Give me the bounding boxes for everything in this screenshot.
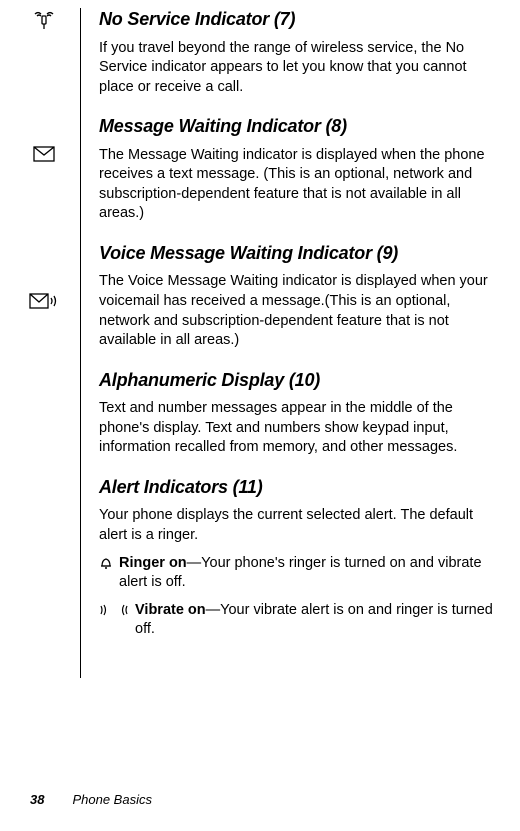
two-column-layout: No Service Indicator (7) If you travel b… <box>20 8 500 678</box>
chapter-title: Phone Basics <box>72 792 152 807</box>
heading-voice-message-waiting: Voice Message Waiting Indicator (9) <box>99 242 500 265</box>
heading-message-waiting: Message Waiting Indicator (8) <box>99 115 500 138</box>
heading-alert-indicators: Alert Indicators (11) <box>99 476 500 499</box>
body-no-service: If you travel beyond the range of wirele… <box>99 39 500 98</box>
voice-message-waiting-icon <box>20 293 68 309</box>
message-waiting-icon <box>20 146 68 162</box>
section-no-service: No Service Indicator (7) If you travel b… <box>99 8 500 97</box>
heading-alphanumeric: Alphanumeric Display (10) <box>99 369 500 392</box>
vibrate-on-label: Vibrate on <box>135 602 206 618</box>
body-alert-indicators: Your phone displays the current selected… <box>99 506 500 545</box>
icon-column <box>20 8 80 678</box>
alert-ringer-on: Ringer on—Your phone's ringer is turned … <box>99 554 500 593</box>
ringer-on-label: Ringer on <box>119 555 187 571</box>
alert-vibrate-on: Vibrate on—Your vibrate alert is on and … <box>99 601 500 640</box>
page-number: 38 <box>30 792 44 807</box>
heading-no-service: No Service Indicator (7) <box>99 8 500 31</box>
body-message-waiting: The Message Waiting indicator is display… <box>99 146 500 224</box>
section-alphanumeric: Alphanumeric Display (10) Text and numbe… <box>99 369 500 458</box>
alert-vibrate-text: Vibrate on—Your vibrate alert is on and … <box>135 601 500 640</box>
text-column: No Service Indicator (7) If you travel b… <box>80 8 500 678</box>
section-voice-message-waiting: Voice Message Waiting Indicator (9) The … <box>99 242 500 351</box>
body-alphanumeric: Text and number messages appear in the m… <box>99 399 500 458</box>
bell-icon <box>99 556 113 577</box>
section-message-waiting: Message Waiting Indicator (8) The Messag… <box>99 115 500 224</box>
vibrate-icon <box>99 603 129 624</box>
no-service-icon <box>20 10 68 32</box>
body-voice-message-waiting: The Voice Message Waiting indicator is d… <box>99 272 500 350</box>
page-footer: 38 Phone Basics <box>30 792 152 807</box>
section-alert-indicators: Alert Indicators (11) Your phone display… <box>99 476 500 640</box>
page-content: No Service Indicator (7) If you travel b… <box>0 0 520 678</box>
alert-ringer-text: Ringer on—Your phone's ringer is turned … <box>119 554 500 593</box>
